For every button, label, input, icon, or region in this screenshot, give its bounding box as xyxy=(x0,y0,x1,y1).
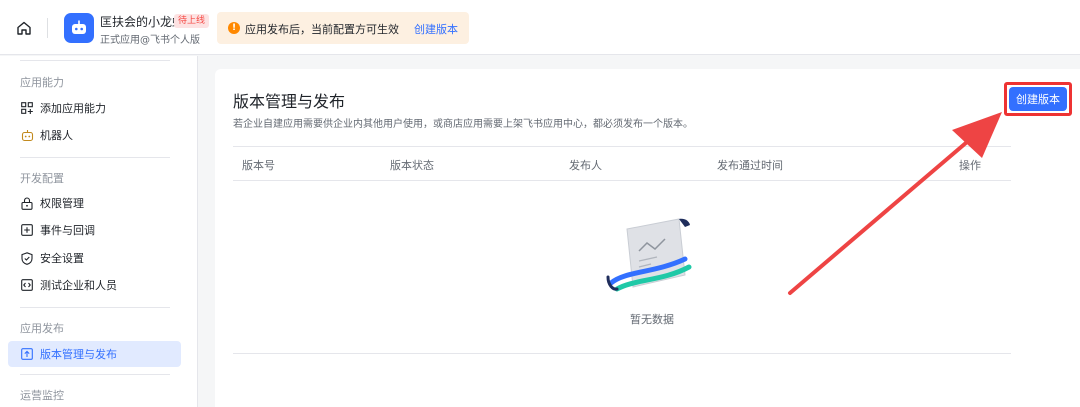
sidebar-item-label: 权限管理 xyxy=(40,197,84,210)
app-subtitle: 正式应用@飞书个人版 xyxy=(100,35,200,46)
sidebar-group-title: 应用能力 xyxy=(20,76,64,89)
top-header: 匡扶会的小龙虾 待上线 正式应用@飞书个人版 ! 应用发布后，当前配置方可生效 … xyxy=(0,0,1080,55)
table-bottom-divider xyxy=(233,353,1011,354)
sidebar-item-label: 事件与回调 xyxy=(40,224,95,237)
column-header-publish-time: 发布通过时间 xyxy=(717,159,783,172)
sidebar-item-security[interactable]: 安全设置 xyxy=(8,245,181,271)
empty-state-text: 暂无数据 xyxy=(630,313,674,326)
home-icon[interactable] xyxy=(14,18,34,38)
column-header-actions: 操作 xyxy=(959,159,981,172)
header-divider xyxy=(47,18,48,38)
robot-icon xyxy=(20,128,34,142)
page-title: 版本管理与发布 xyxy=(233,92,346,111)
app-name: 匡扶会的小龙虾 xyxy=(100,15,185,29)
sidebar-group-title: 应用发布 xyxy=(20,322,64,335)
sidebar-item-label: 版本管理与发布 xyxy=(40,348,117,361)
sidebar-divider xyxy=(20,307,170,308)
notice-create-version-link[interactable]: 创建版本 xyxy=(414,21,458,37)
app-avatar xyxy=(64,13,94,43)
sidebar-item-label: 安全设置 xyxy=(40,252,84,265)
robot-avatar-icon xyxy=(72,20,86,34)
app-status-badge: 待上线 xyxy=(174,14,210,28)
column-header-status: 版本状态 xyxy=(390,159,434,172)
sidebar-item-add-capability[interactable]: 添加应用能力 xyxy=(8,95,181,121)
lock-icon xyxy=(20,196,34,210)
column-header-publisher: 发布人 xyxy=(569,159,602,172)
sidebar-item-permissions[interactable]: 权限管理 xyxy=(8,190,181,216)
publish-notice: ! 应用发布后，当前配置方可生效 创建版本 xyxy=(217,12,469,44)
empty-document-icon xyxy=(606,218,692,292)
sidebar-group-title: 开发配置 xyxy=(20,172,64,185)
empty-state-illustration xyxy=(605,215,700,300)
sidebar-divider xyxy=(20,60,170,61)
sidebar-item-robot[interactable]: 机器人 xyxy=(8,122,181,148)
sidebar-item-events[interactable]: 事件与回调 xyxy=(8,217,181,243)
grid-icon xyxy=(20,101,34,115)
sidebar-divider xyxy=(20,374,170,375)
sidebar-item-label: 添加应用能力 xyxy=(40,102,106,115)
column-header-version: 版本号 xyxy=(242,159,275,172)
sidebar-item-label: 测试企业和人员 xyxy=(40,279,117,292)
event-icon xyxy=(20,223,34,237)
sidebar-group-title: 运营监控 xyxy=(20,389,64,402)
sidebar-item-label: 机器人 xyxy=(40,129,73,142)
version-table-header: 版本号 版本状态 发布人 发布通过时间 操作 xyxy=(233,146,1011,181)
upload-icon xyxy=(20,347,34,361)
create-version-button[interactable]: 创建版本 xyxy=(1009,87,1067,111)
sidebar-item-test-users[interactable]: 测试企业和人员 xyxy=(8,272,181,298)
page-description: 若企业自建应用需要供企业内其他用户使用，或商店应用需要上架飞书应用中心，都必须发… xyxy=(233,119,693,130)
code-icon xyxy=(20,278,34,292)
notice-text: 应用发布后，当前配置方可生效 xyxy=(245,23,399,36)
warning-icon: ! xyxy=(228,22,240,34)
sidebar-divider xyxy=(20,157,170,158)
shield-icon xyxy=(20,251,34,265)
sidebar: 应用能力 添加应用能力 机器人 开发配置 权限管理 事件与回调 安全设置 测试企… xyxy=(0,56,198,407)
sidebar-item-version-release[interactable]: 版本管理与发布 xyxy=(8,341,181,367)
